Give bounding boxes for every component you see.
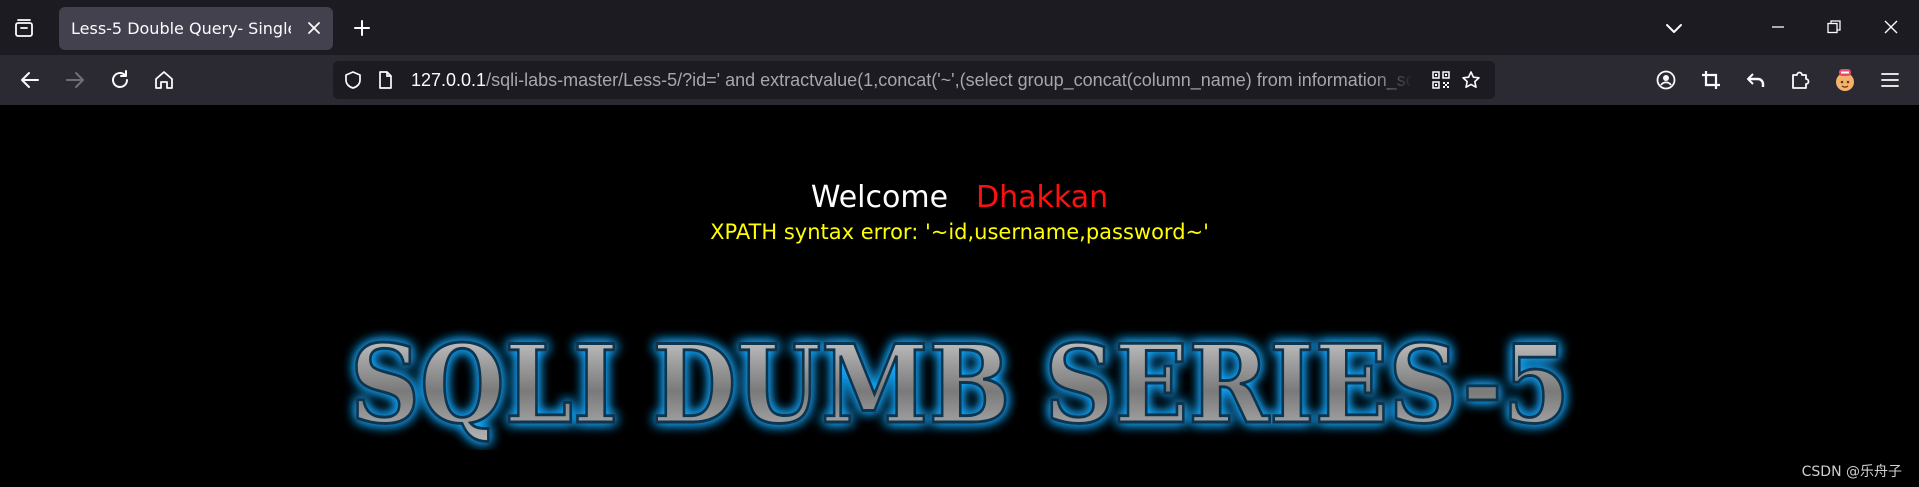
watermark: CSDN @乐舟子 bbox=[1801, 464, 1902, 480]
qr-code-icon[interactable] bbox=[1431, 70, 1451, 90]
reload-icon[interactable] bbox=[105, 65, 135, 95]
account-icon[interactable] bbox=[1651, 65, 1681, 95]
home-icon[interactable] bbox=[149, 65, 179, 95]
tab-title: Less-5 Double Query- Single Quotes- Stri… bbox=[71, 19, 291, 38]
banner-image: SQLI DUMB SERIES-5 bbox=[330, 320, 1590, 450]
undo-icon[interactable] bbox=[1741, 65, 1771, 95]
navigation-toolbar: 127.0.0.1/sqli-labs-master/Less-5/?id=' … bbox=[0, 55, 1919, 105]
active-tab[interactable]: Less-5 Double Query- Single Quotes- Stri… bbox=[59, 7, 333, 50]
star-icon[interactable] bbox=[1461, 70, 1481, 90]
close-icon[interactable] bbox=[305, 19, 323, 37]
tab-bar: Less-5 Double Query- Single Quotes- Stri… bbox=[0, 0, 1919, 55]
welcome-line: Welcome Dhakkan bbox=[0, 180, 1919, 215]
avatar-icon[interactable] bbox=[1830, 65, 1860, 95]
url-fade bbox=[1373, 67, 1413, 93]
hamburger-icon[interactable] bbox=[1875, 65, 1905, 95]
minimize-icon[interactable] bbox=[1758, 10, 1798, 44]
restore-icon[interactable] bbox=[1814, 10, 1854, 44]
page-icon[interactable] bbox=[375, 70, 395, 90]
banner-text: SQLI DUMB SERIES-5 bbox=[350, 322, 1570, 448]
url-host: 127.0.0.1 bbox=[411, 70, 487, 90]
plus-icon[interactable] bbox=[348, 14, 376, 42]
crop-icon[interactable] bbox=[1696, 65, 1726, 95]
forward-arrow-icon[interactable] bbox=[60, 65, 90, 95]
error-message: XPATH syntax error: '~id,username,passwo… bbox=[710, 220, 1209, 244]
puzzle-icon[interactable] bbox=[1785, 65, 1815, 95]
shield-icon[interactable] bbox=[343, 70, 363, 90]
close-window-icon[interactable] bbox=[1871, 10, 1911, 44]
welcome-name: Dhakkan bbox=[976, 180, 1109, 215]
tab-list-icon[interactable] bbox=[10, 14, 38, 42]
url-bar[interactable]: 127.0.0.1/sqli-labs-master/Less-5/?id=' … bbox=[333, 61, 1495, 99]
page-content: Welcome Dhakkan XPATH syntax error: '~id,… bbox=[0, 105, 1919, 487]
back-arrow-icon[interactable] bbox=[15, 65, 45, 95]
chevron-down-icon[interactable] bbox=[1660, 14, 1688, 42]
url-path: /sqli-labs-master/Less-5/?id=' and extra… bbox=[486, 70, 1411, 90]
welcome-text: Welcome bbox=[810, 180, 949, 215]
url-text[interactable]: 127.0.0.1/sqli-labs-master/Less-5/?id=' … bbox=[411, 70, 1411, 90]
